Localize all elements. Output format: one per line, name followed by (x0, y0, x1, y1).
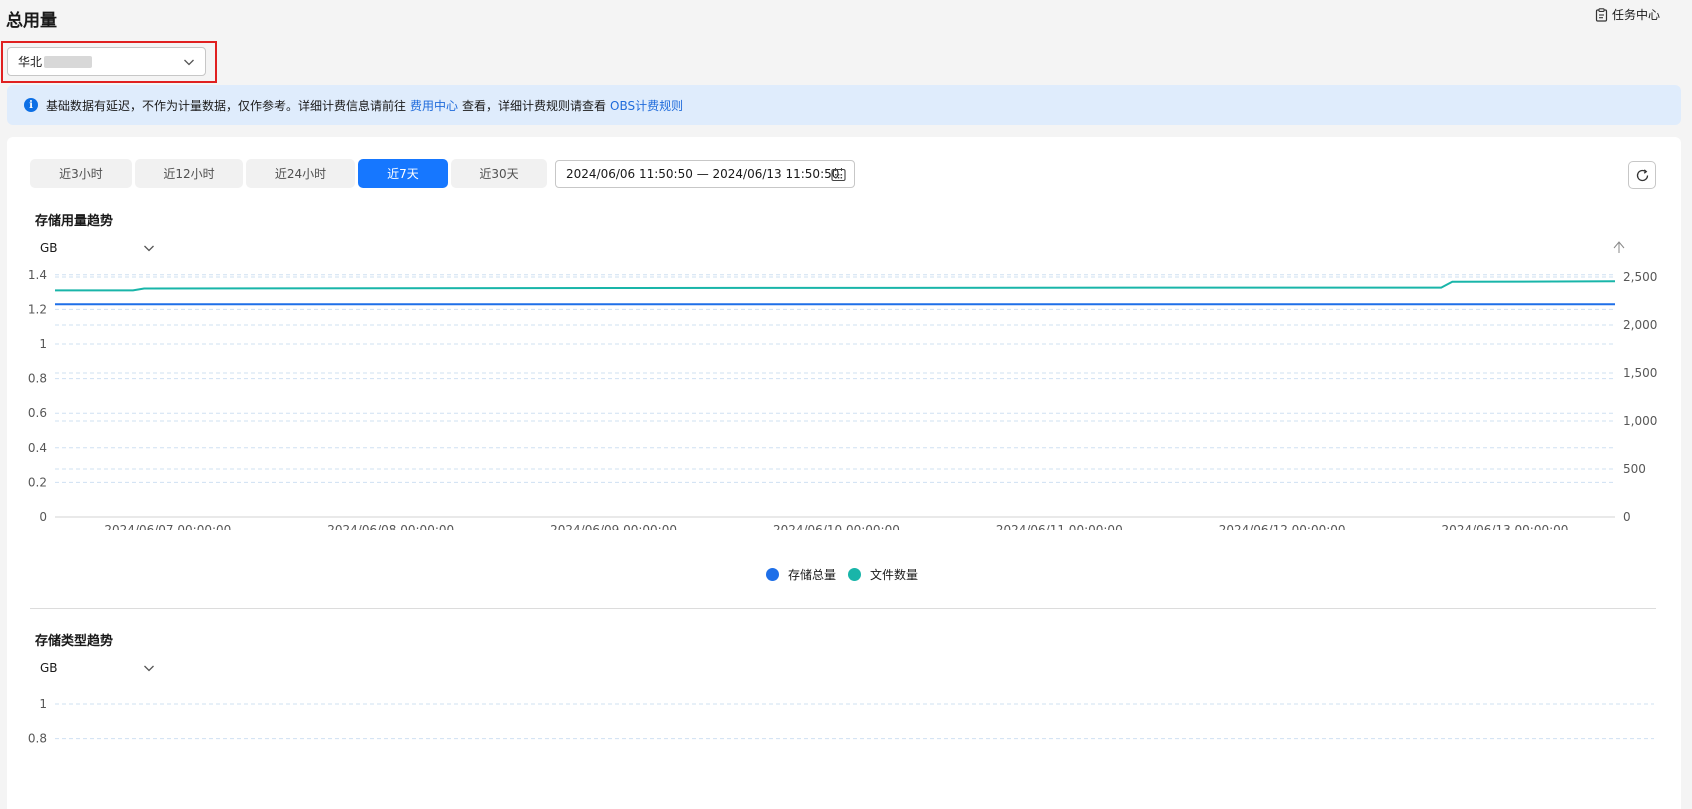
obs-billing-rules-link[interactable]: OBS计费规则 (610, 97, 683, 114)
date-range-value: 2024/06/06 11:50:50 — 2024/06/13 11:50:5… (566, 167, 840, 181)
billing-center-link[interactable]: 费用中心 (410, 97, 458, 114)
y-axis-left-tick-label: 0.6 (28, 406, 47, 420)
page-title: 总用量 (6, 11, 57, 31)
region-select[interactable]: 华北 (7, 47, 206, 76)
task-center-link[interactable]: 任务中心 (1595, 6, 1660, 23)
tab-7d[interactable]: 近7天 (358, 159, 448, 188)
x-axis-tick-label: 2024/06/12 00:00:00 (1219, 523, 1346, 530)
y-axis-left-tick-label: 0.2 (28, 475, 47, 489)
legend-dot-teal (848, 568, 862, 581)
notice-text-middle: 查看，详细计费规则请查看 (462, 98, 607, 113)
y-axis-right-tick-label: 1,000 (1623, 414, 1657, 428)
notice-text-prefix: 基础数据有延迟，不作为计量数据，仅作参考。详细计费信息请前往 (46, 98, 407, 113)
storage-type-chart: 0.811.21.4 (28, 697, 1654, 746)
chevron-down-icon (184, 59, 194, 66)
arrow-up-icon (1613, 241, 1625, 253)
date-range-picker[interactable]: 2024/06/06 11:50:50 — 2024/06/13 11:50:5… (555, 160, 855, 188)
y-axis-left-tick-label: 1.4 (28, 268, 47, 282)
chart-legend: 存储总量 文件数量 (766, 566, 930, 583)
refresh-icon (1636, 168, 1648, 181)
x-axis-tick-label: 2024/06/11 00:00:00 (996, 523, 1123, 530)
legend-label-file-count: 文件数量 (870, 568, 919, 582)
x-axis-tick-label: 2024/06/13 00:00:00 (1442, 523, 1569, 530)
storage-type-unit-select[interactable]: GB (30, 657, 155, 679)
info-icon: i (24, 98, 38, 112)
y-axis-right-tick-label: 1,500 (1623, 366, 1657, 380)
storage-usage-chart: 0 0.2 0.4 0.6 0.8 1 1.2 1.4 0 500 1,000 1,500 2,000 2… (28, 241, 1657, 530)
legend-dot-blue (766, 568, 779, 581)
storage-type-unit-value: GB (40, 661, 58, 675)
chevron-down-icon (144, 665, 154, 672)
y-axis-right-tick-label: 500 (1623, 462, 1646, 476)
x-axis-tick-label: 2024/06/07 00:00:00 (104, 523, 231, 530)
info-notice: i 基础数据有延迟，不作为计量数据，仅作参考。详细计费信息请前往 费用中心 查看… (7, 85, 1681, 125)
y-axis-right-tick-label: 2,000 (1623, 318, 1657, 332)
y-axis-left-tick-label: 0 (39, 510, 47, 524)
tab-12h[interactable]: 近12小时 (135, 159, 243, 188)
y-axis-left-tick-label: 0.8 (28, 372, 47, 386)
tab-30d[interactable]: 近30天 (451, 159, 547, 188)
section-divider (30, 608, 1656, 609)
task-center-label: 任务中心 (1611, 8, 1660, 22)
x-axis-tick-label: 2024/06/10 00:00:00 (773, 523, 900, 530)
x-axis-tick-label: 2024/06/08 00:00:00 (327, 523, 454, 530)
y-axis-left-tick-label: 1 (39, 697, 47, 711)
y-axis-left-tick-label: 1 (39, 337, 47, 351)
legend-item-storage-total[interactable]: 存储总量 (766, 566, 836, 583)
storage-usage-title: 存储用量趋势 (35, 214, 114, 229)
x-axis-tick-label: 2024/06/09 00:00:00 (550, 523, 677, 530)
y-axis-left-tick-label: 0.4 (28, 441, 47, 455)
refresh-button[interactable] (1628, 161, 1656, 189)
tab-3h[interactable]: 近3小时 (30, 159, 132, 188)
calendar-icon (831, 168, 846, 182)
region-select-value: 华北 (18, 55, 43, 69)
y-axis-right-tick-label: 0 (1623, 510, 1631, 524)
tab-24h[interactable]: 近24小时 (246, 159, 355, 188)
time-range-tabs: 近3小时 近12小时 近24小时 近7天 近30天 (30, 159, 547, 188)
legend-label-storage-total: 存储总量 (788, 568, 837, 582)
clipboard-icon (1595, 7, 1608, 22)
y-axis-right-tick-label: 2,500 (1623, 270, 1657, 284)
region-name-redacted (44, 55, 93, 68)
y-axis-left-tick-label: 1.2 (28, 302, 47, 316)
series-line-file-count (55, 280, 1616, 292)
storage-type-title: 存储类型趋势 (35, 634, 114, 649)
y-axis-left-tick-label: 0.8 (28, 732, 47, 746)
legend-item-file-count[interactable]: 文件数量 (848, 566, 918, 583)
